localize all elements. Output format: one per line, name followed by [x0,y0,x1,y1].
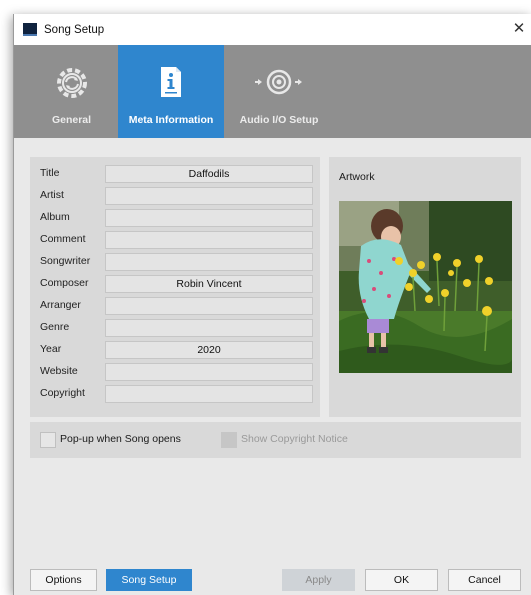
field-row-comment: Comment [30,231,320,249]
field-label-year: Year [40,343,62,355]
composer-field[interactable]: Robin Vincent [105,275,313,293]
content-area: Title Daffodils Artist Album Comment Son… [14,138,531,595]
field-row-album: Album [30,209,320,227]
artwork-label: Artwork [339,171,375,183]
field-row-website: Website [30,363,320,381]
artwork-image[interactable] [339,201,512,373]
cancel-button[interactable]: Cancel [448,569,521,591]
field-row-copyright: Copyright [30,385,320,403]
field-label-copyright: Copyright [40,387,85,399]
field-label-arranger: Arranger [40,299,81,311]
genre-field[interactable] [105,319,313,337]
field-label-comment: Comment [40,233,86,245]
tab-bar: General Meta Information Audio I/O Setup [14,45,531,138]
popup-on-open-label: Pop-up when Song opens [60,433,181,445]
field-label-composer: Composer [40,277,89,289]
field-label-genre: Genre [40,321,70,333]
gear-icon [56,68,87,98]
title-bar: Song Setup ✕ [14,14,531,45]
options-button[interactable]: Options [30,569,97,591]
popup-on-open-checkbox[interactable] [40,432,56,448]
album-field[interactable] [105,209,313,227]
app-logo-icon [23,23,37,36]
field-row-composer: Composer Robin Vincent [30,275,320,293]
tab-audio-io-setup-label: Audio I/O Setup [239,114,319,126]
field-label-songwriter: Songwriter [40,255,91,267]
field-row-year: Year 2020 [30,341,320,359]
speaker-io-icon [255,69,302,95]
tab-meta-information[interactable]: Meta Information [118,45,224,138]
options-panel: Pop-up when Song opens Show Copyright No… [30,422,521,458]
field-row-artist: Artist [30,187,320,205]
songwriter-field[interactable] [105,253,313,271]
meta-fields-panel: Title Daffodils Artist Album Comment Son… [30,157,320,417]
field-label-title: Title [40,167,60,179]
artwork-photo [339,201,512,373]
tab-audio-io-setup[interactable]: Audio I/O Setup [229,45,329,138]
artist-field[interactable] [105,187,313,205]
show-copyright-notice-checkbox[interactable] [221,432,237,448]
tab-meta-information-label: Meta Information [128,114,214,126]
close-button[interactable]: ✕ [510,20,528,38]
field-label-artist: Artist [40,189,64,201]
arranger-field[interactable] [105,297,313,315]
comment-field[interactable] [105,231,313,249]
apply-button[interactable]: Apply [282,569,355,591]
field-row-genre: Genre [30,319,320,337]
window-title: Song Setup [44,23,105,36]
song-setup-dialog: Song Setup ✕ General Meta Information Au… [13,14,531,595]
tab-general-label: General [51,114,92,126]
field-row-songwriter: Songwriter [30,253,320,271]
copyright-field[interactable] [105,385,313,403]
ok-button[interactable]: OK [365,569,438,591]
song-setup-button[interactable]: Song Setup [106,569,192,591]
show-copyright-notice-label: Show Copyright Notice [241,433,348,445]
field-row-arranger: Arranger [30,297,320,315]
title-field[interactable]: Daffodils [105,165,313,183]
artwork-panel: Artwork [329,157,521,417]
field-row-title: Title Daffodils [30,165,320,183]
info-document-icon [161,67,181,97]
field-label-website: Website [40,365,78,377]
year-field[interactable]: 2020 [105,341,313,359]
tab-general[interactable]: General [34,45,109,138]
field-label-album: Album [40,211,70,223]
website-field[interactable] [105,363,313,381]
